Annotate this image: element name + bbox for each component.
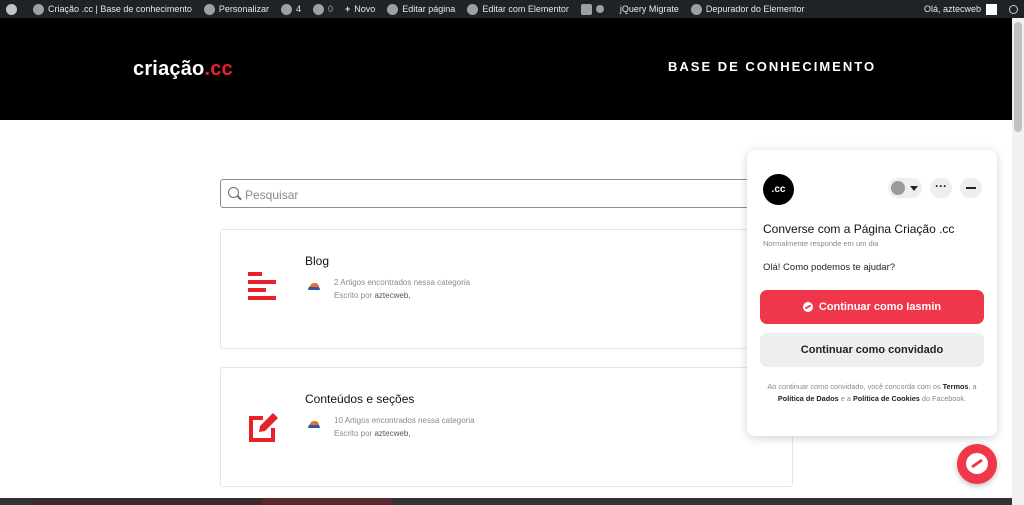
article-count: 2 Artigos encontrados nessa categoria — [334, 278, 471, 287]
page-avatar: .cc — [763, 174, 794, 205]
chat-title: Converse com a Página Criação .cc — [763, 222, 955, 236]
author-name[interactable]: aztecweb, — [374, 291, 410, 300]
continue-as-guest-button[interactable]: Continuar como convidado — [760, 333, 984, 367]
messenger-icon — [966, 453, 988, 474]
category-meta: 10 Artigos encontrados nessa categoria E… — [334, 414, 475, 440]
comment-icon — [312, 3, 324, 15]
terms-notice: Ao continuar como convidado, você concor… — [763, 381, 981, 404]
search-icon[interactable] — [1003, 0, 1024, 18]
new-label: Novo — [354, 4, 376, 14]
edit-icon — [249, 413, 278, 442]
category-title[interactable]: Conteúdos e seções — [305, 392, 414, 406]
jquery-migrate-label: jQuery Migrate — [619, 4, 679, 14]
messenger-launcher-button[interactable] — [957, 444, 997, 484]
continue-as-label: Continuar como Iasmin — [818, 301, 942, 313]
messenger-chat-panel: .cc ··· Converse com a Página Criação .c… — [747, 150, 997, 436]
updates-link[interactable]: 4 — [275, 0, 307, 18]
jquery-migrate-link[interactable]: jQuery Migrate — [614, 0, 685, 18]
my-account-link[interactable]: Olá, aztecweb — [918, 0, 1003, 18]
yoast-icon — [580, 3, 592, 15]
account-greeting: Olá, aztecweb — [923, 4, 981, 14]
comments-link[interactable]: 0 — [307, 0, 339, 18]
more-options-button[interactable]: ··· — [930, 178, 952, 198]
page-title: BASE DE CONHECIMENTO — [668, 59, 877, 74]
comments-count: 0 — [327, 4, 333, 14]
written-by-label: Escrito por — [334, 429, 373, 438]
terms-separator: , a — [968, 382, 977, 391]
greeting-message: Olá! Como podemos te ajudar? — [763, 262, 896, 273]
pencil-icon — [387, 3, 399, 15]
logo-suffix: .cc — [204, 58, 233, 80]
info-icon — [690, 3, 702, 15]
chevron-down-icon — [910, 186, 918, 191]
author-avatar — [307, 418, 321, 432]
new-link[interactable]: + Novo — [339, 0, 381, 18]
edit-page-link[interactable]: Editar página — [381, 0, 461, 18]
list-icon — [248, 272, 276, 300]
data-policy-link[interactable]: Política de Dados — [778, 394, 839, 403]
category-card-blog[interactable]: Blog 2 Artigos encontrados nessa categor… — [220, 229, 793, 349]
customize-link[interactable]: Personalizar — [198, 0, 275, 18]
search-input[interactable] — [243, 184, 767, 206]
strip-block — [32, 498, 262, 505]
search-box — [220, 179, 792, 208]
admin-bar: Criação .cc | Base de conhecimento Perso… — [0, 0, 1024, 18]
brush-icon — [203, 3, 215, 15]
scrollbar-thumb[interactable] — [1014, 22, 1022, 132]
home-icon — [33, 3, 44, 15]
minimize-button[interactable] — [960, 178, 982, 198]
article-count: 10 Artigos encontrados nessa categoria — [334, 416, 475, 425]
elementor-debugger-link[interactable]: Depurador do Elementor — [685, 0, 811, 18]
site-name-link[interactable]: Criação .cc | Base de conhecimento — [27, 0, 198, 18]
search-icon — [228, 187, 239, 198]
status-dot-icon — [595, 5, 604, 13]
continue-guest-label: Continuar como convidado — [800, 344, 944, 356]
continue-as-user-button[interactable]: Continuar como Iasmin — [760, 290, 984, 324]
terms-link[interactable]: Termos — [943, 382, 969, 391]
yoast-link[interactable] — [575, 0, 614, 18]
messenger-icon — [802, 302, 813, 312]
debugger-label: Depurador do Elementor — [705, 4, 805, 14]
strip-block — [262, 498, 392, 505]
terms-suffix: do Facebook. — [921, 393, 967, 403]
author-avatar — [307, 280, 321, 294]
response-time: Normalmente responde em um dia — [763, 239, 879, 248]
terms-and: e a — [840, 393, 851, 403]
category-meta: 2 Artigos encontrados nessa categoria Es… — [334, 276, 470, 302]
plus-icon: + — [344, 4, 351, 14]
terms-text: Ao continuar como convidado, você concor… — [767, 382, 941, 391]
author-name[interactable]: aztecweb, — [374, 429, 410, 438]
edit-elementor-link[interactable]: Editar com Elementor — [461, 0, 575, 18]
edit-elementor-label: Editar com Elementor — [482, 4, 569, 14]
written-by-label: Escrito por — [334, 291, 373, 300]
cookie-policy-link[interactable]: Política de Cookies — [853, 394, 920, 403]
updates-count: 4 — [295, 4, 301, 14]
category-card-conteudos[interactable]: Conteúdos e seções 10 Artigos encontrado… — [220, 367, 793, 487]
wordpress-logo-icon[interactable] — [0, 0, 27, 18]
author-line: Escrito por aztecweb, — [334, 427, 475, 440]
profile-avatar — [891, 181, 905, 195]
site-name-label: Criação .cc | Base de conhecimento — [48, 4, 192, 14]
customize-label: Personalizar — [218, 4, 269, 14]
page-scrollbar[interactable] — [1012, 18, 1024, 505]
site-logo[interactable]: criação.cc — [133, 58, 233, 81]
category-title[interactable]: Blog — [305, 254, 329, 268]
logo-text: criação — [133, 58, 205, 80]
bottom-strip — [0, 498, 1012, 505]
author-line: Escrito por aztecweb, — [334, 289, 470, 302]
user-avatar — [986, 3, 997, 15]
updates-icon — [280, 3, 292, 15]
elementor-icon — [467, 3, 479, 15]
site-header: criação.cc BASE DE CONHECIMENTO — [0, 18, 1012, 120]
edit-page-label: Editar página — [402, 4, 456, 14]
profile-selector[interactable] — [888, 178, 922, 198]
